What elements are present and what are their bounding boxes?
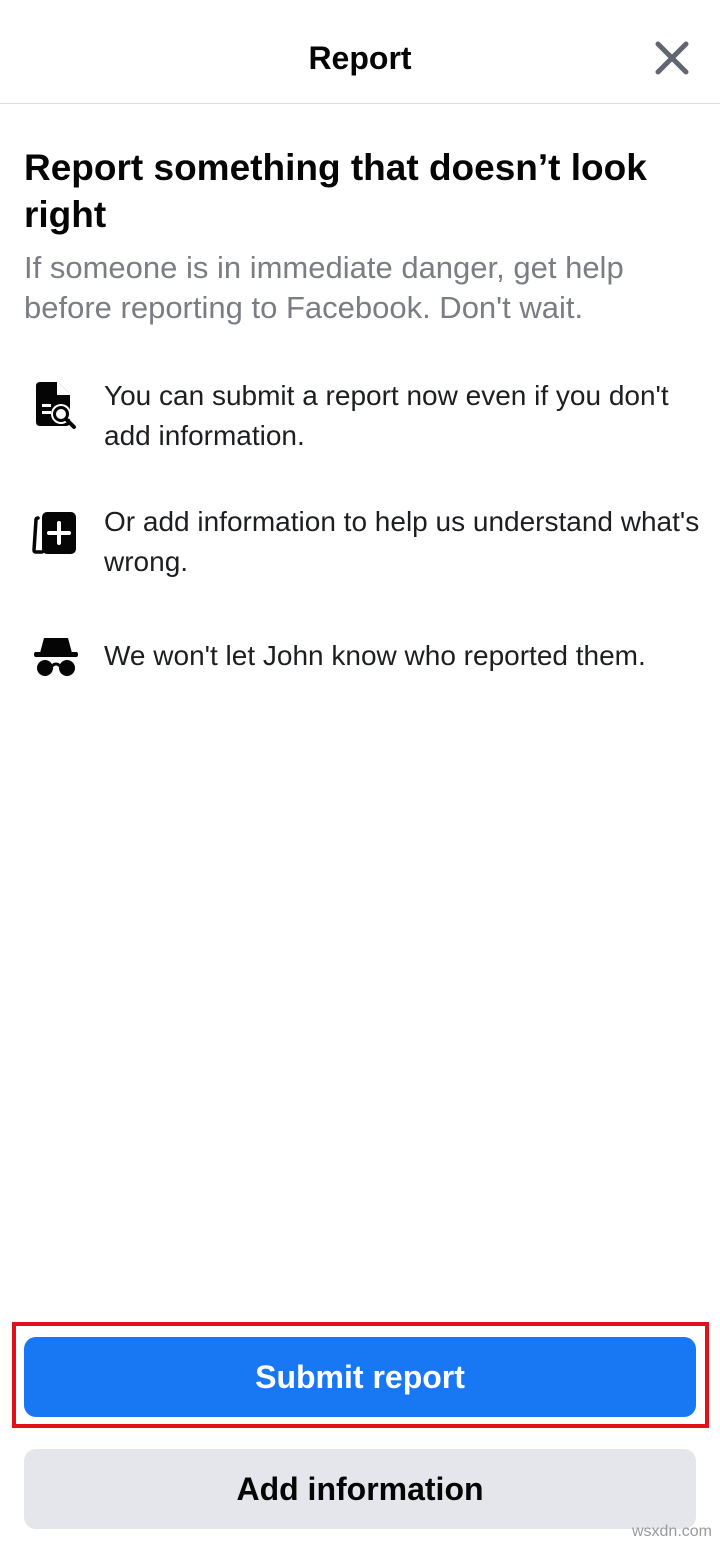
info-text-submit-now: You can submit a report now even if you … (104, 380, 669, 451)
document-search-icon (28, 378, 84, 434)
info-text-add-information: Or add information to help us understand… (104, 506, 700, 577)
report-subtitle: If someone is in immediate danger, get h… (24, 250, 624, 325)
incognito-icon (28, 628, 84, 684)
close-icon (655, 41, 689, 75)
info-text-anonymous: We won't let John know who reported them… (104, 640, 646, 671)
add-information-button[interactable]: Add information (24, 1449, 696, 1529)
close-button[interactable] (648, 34, 696, 82)
page-title: Report (308, 40, 412, 76)
submit-report-button[interactable]: Submit report (24, 1337, 696, 1417)
top-bar: Report (0, 0, 720, 104)
report-heading: Report something that doesn’t look right (24, 147, 647, 235)
add-card-icon (28, 506, 84, 562)
watermark: wsxdn.com (631, 1523, 712, 1540)
